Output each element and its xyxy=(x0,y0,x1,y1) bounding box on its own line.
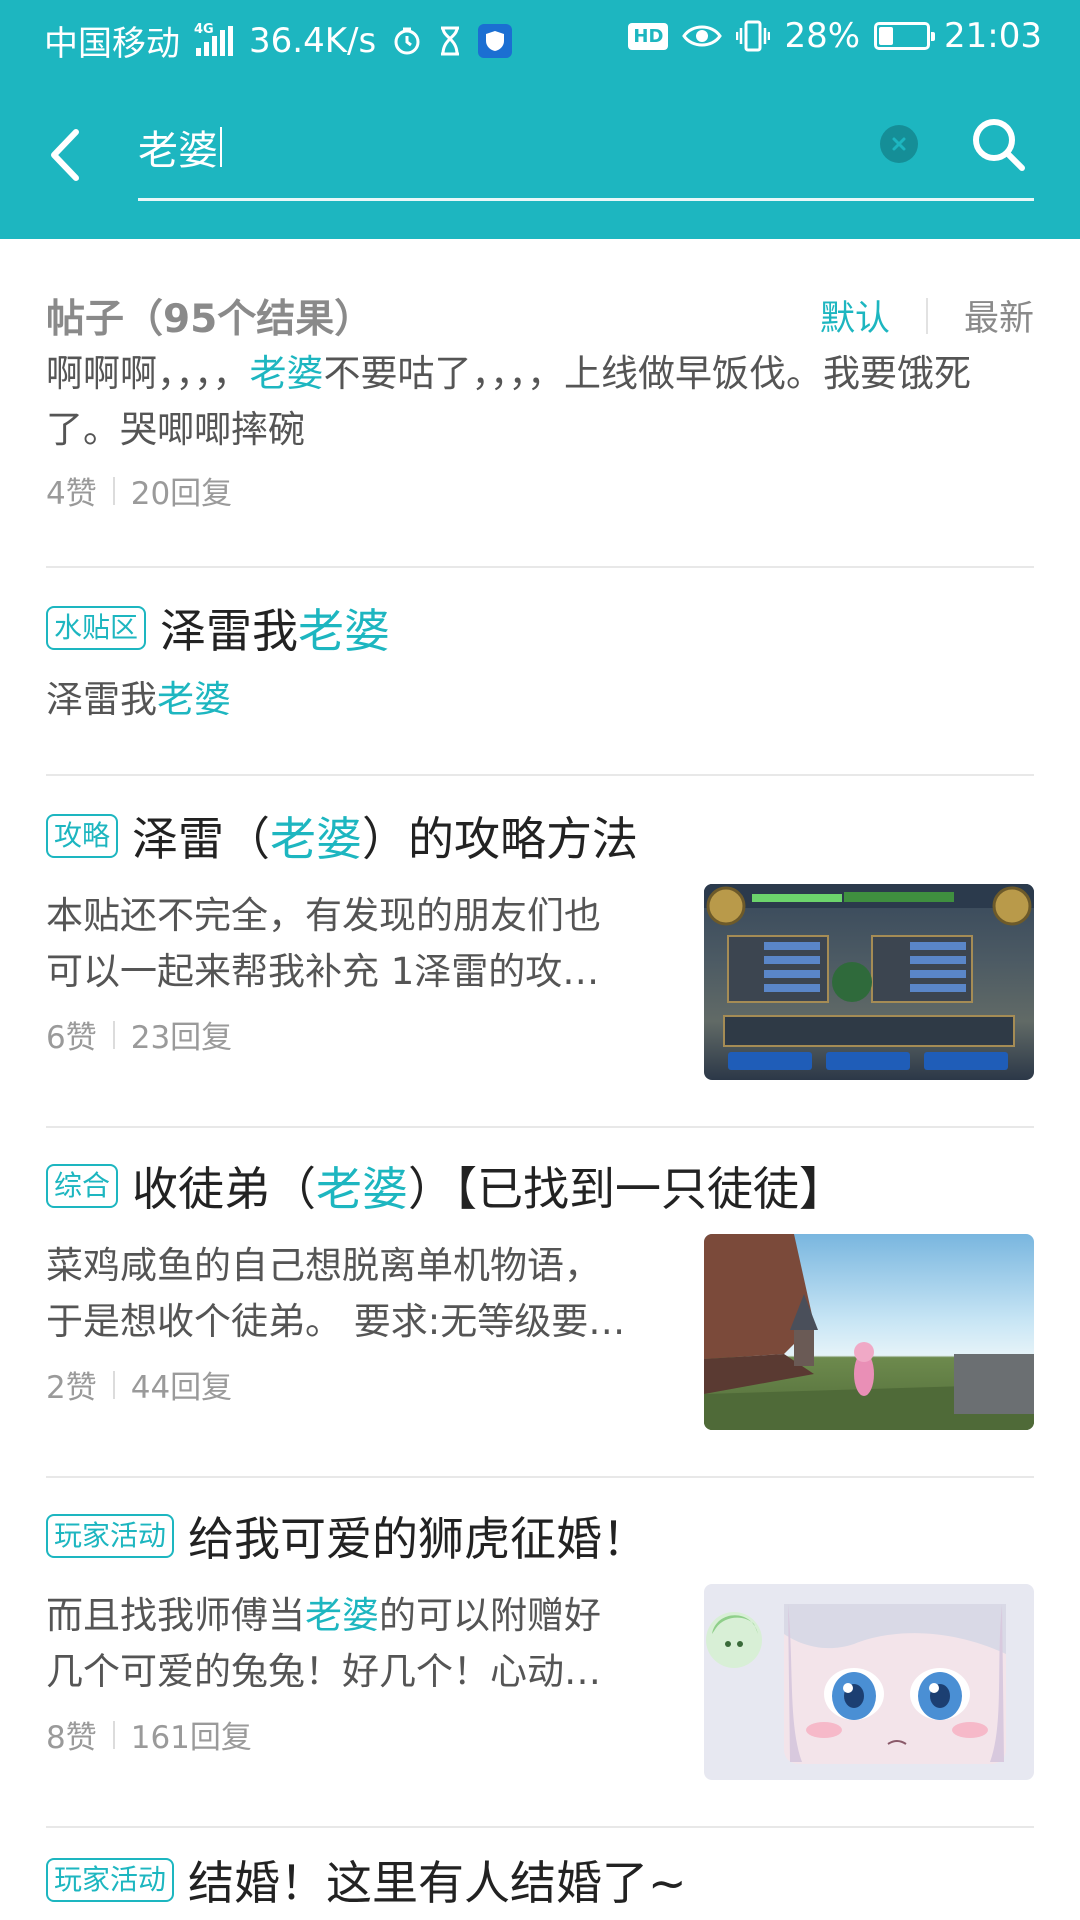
divider xyxy=(46,1476,1034,1478)
signal-icon: 4G xyxy=(194,22,233,56)
anime-girl-image xyxy=(706,1604,1006,1764)
post-title-row: 攻略 泽雷（老婆）的攻略方法 xyxy=(46,806,1034,866)
results-header: 帖子（95个结果） 默认 最新 xyxy=(46,288,1034,344)
post-body: 泽雷我老婆 xyxy=(46,678,231,721)
battery-icon xyxy=(874,22,936,50)
search-button[interactable] xyxy=(968,114,1028,174)
post-tag: 玩家活动 xyxy=(46,1514,175,1558)
game-scene-image xyxy=(704,1234,1034,1430)
post-title-row: 玩家活动 给我可爱的狮虎征婚！ xyxy=(46,1506,1034,1566)
network-speed: 36.4K/s xyxy=(249,20,377,61)
post-tag: 综合 xyxy=(46,1164,119,1208)
clock-time: 21:03 xyxy=(944,16,1042,56)
reply-count: 23回复 xyxy=(130,1020,233,1056)
post-title: 给我可爱的狮虎征婚！ xyxy=(188,1512,649,1566)
post-title: 收徒弟（老婆）【已找到一只徒徒】 xyxy=(132,1162,846,1216)
divider xyxy=(46,1826,1034,1828)
chevron-left-icon xyxy=(51,129,79,181)
post-item[interactable]: 攻略 泽雷（老婆）的攻略方法 本贴还不完全，有发现的朋友们也 可以一起来帮我补充… xyxy=(46,806,1034,1080)
post-body: 本贴还不完全，有发现的朋友们也 可以一起来帮我补充 1泽雷的攻… xyxy=(46,894,601,993)
battery-percent: 28% xyxy=(784,16,861,56)
reply-count: 44回复 xyxy=(130,1370,233,1406)
post-tag: 玩家活动 xyxy=(46,1858,175,1902)
post-item[interactable]: 综合 收徒弟（老婆）【已找到一只徒徒】 菜鸡咸鱼的自己想脱离单机物语， 于是想收… xyxy=(46,1156,1034,1430)
clear-search-button[interactable] xyxy=(880,125,918,163)
divider xyxy=(46,774,1034,776)
eye-icon xyxy=(682,25,723,47)
post-title-row: 玩家活动 结婚！这里有人结婚了~ xyxy=(46,1850,1034,1910)
divider xyxy=(46,566,1034,568)
post-tag: 攻略 xyxy=(46,814,119,858)
post-stats: 4赞 20回复 xyxy=(46,468,1034,513)
like-count: 2赞 xyxy=(46,1370,97,1406)
post-thumbnail[interactable] xyxy=(704,1234,1034,1430)
post-thumbnail[interactable] xyxy=(704,884,1034,1080)
post-tag: 水贴区 xyxy=(46,606,147,650)
like-count: 6赞 xyxy=(46,1020,97,1056)
hd-badge: HD xyxy=(628,22,669,50)
alarm-clock-icon xyxy=(394,27,420,54)
back-button[interactable] xyxy=(40,120,90,190)
text-caret xyxy=(220,127,222,167)
results-count-title: 帖子（95个结果） xyxy=(46,297,374,342)
post-body: 菜鸡咸鱼的自己想脱离单机物语， 于是想收个徒弟。 要求:无等级要… xyxy=(46,1244,626,1343)
game-screenshot-image xyxy=(704,884,1034,1070)
post-title-row: 水贴区 泽雷我老婆 xyxy=(46,598,1034,658)
sort-latest-button[interactable]: 最新 xyxy=(964,290,1034,341)
reply-count: 20回复 xyxy=(130,476,233,512)
post-title: 泽雷我老婆 xyxy=(160,604,391,658)
post-item[interactable]: 水贴区 泽雷我老婆 泽雷我老婆 xyxy=(46,598,1034,728)
sort-switch: 默认 最新 xyxy=(820,290,1034,341)
post-item[interactable]: 玩家活动 给我可爱的狮虎征婚！ 而且找我师傅当老婆的可以附赠好 几个可爱的兔兔！… xyxy=(46,1506,1034,1780)
close-icon xyxy=(892,137,906,151)
post-title: 泽雷（老婆）的攻略方法 xyxy=(132,812,639,866)
search-query: 老婆 xyxy=(138,128,218,174)
shield-icon xyxy=(478,23,513,58)
post-thumbnail[interactable] xyxy=(704,1584,1034,1780)
post-title-row: 综合 收徒弟（老婆）【已找到一只徒徒】 xyxy=(46,1156,1034,1216)
search-input[interactable]: 老婆 xyxy=(138,112,878,182)
vibrate-icon xyxy=(736,20,771,52)
sort-divider xyxy=(925,297,928,334)
search-icon xyxy=(973,119,1025,171)
like-count: 8赞 xyxy=(46,1720,97,1756)
search-underline xyxy=(138,198,1034,201)
carrier-label: 中国移动 xyxy=(44,24,180,64)
post-body: 啊啊啊，，，，老婆不要咕了，，，，上线做早饭伐。我要饿死了。哭唧唧摔碗 xyxy=(46,352,971,451)
hourglass-icon xyxy=(441,26,460,55)
reply-count: 161回复 xyxy=(130,1720,252,1756)
post-title: 结婚！这里有人结婚了~ xyxy=(188,1856,687,1910)
post-item[interactable]: 啊啊啊，，，，老婆不要咕了，，，，上线做早饭伐。我要饿死了。哭唧唧摔碗 4赞 2… xyxy=(46,346,1034,513)
post-item[interactable]: 玩家活动 结婚！这里有人结婚了~ xyxy=(46,1850,1034,1910)
divider xyxy=(46,1126,1034,1128)
post-body: 而且找我师傅当老婆的可以附赠好 几个可爱的兔兔！好几个！心动… xyxy=(46,1594,601,1693)
like-count: 4赞 xyxy=(46,476,97,512)
sort-default-button[interactable]: 默认 xyxy=(820,290,890,341)
status-bar: 中国移动 4G 36.4K/s HD 28% 21:03 xyxy=(0,0,1080,76)
